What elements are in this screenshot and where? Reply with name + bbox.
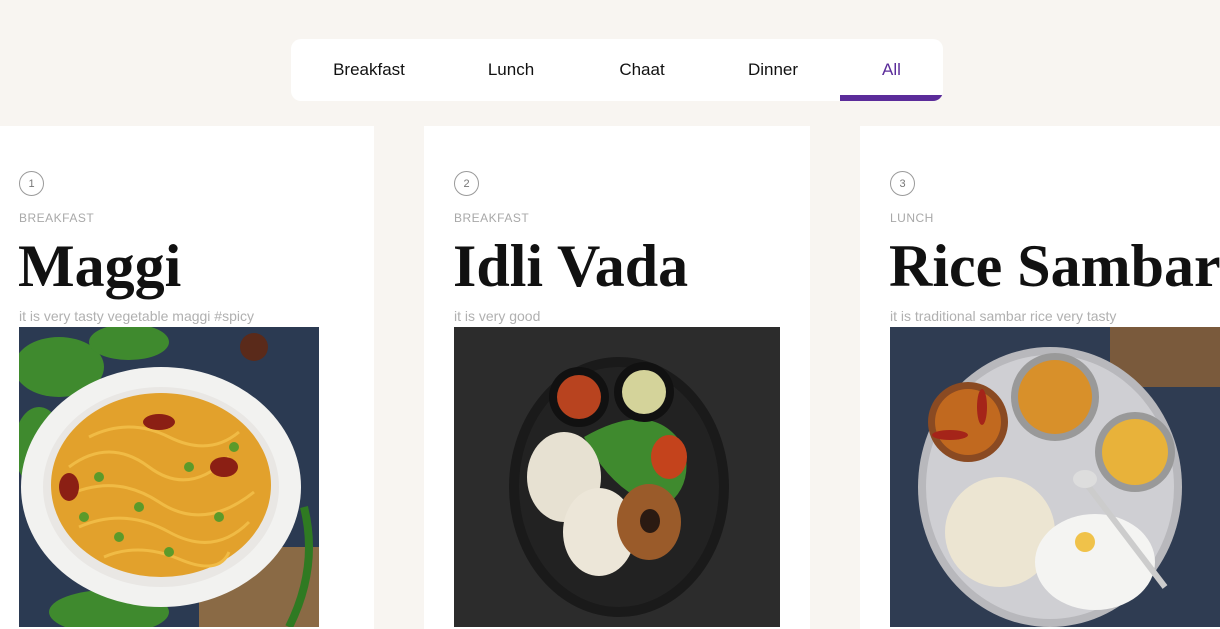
card-description: it is very good — [454, 308, 541, 324]
idli-vada-photo — [454, 327, 780, 627]
card-category: BREAKFAST — [454, 211, 530, 225]
tab-all[interactable]: All — [840, 39, 943, 101]
card-category: LUNCH — [890, 211, 934, 225]
card-number-badge: 3 — [890, 171, 915, 196]
card-number-badge: 2 — [454, 171, 479, 196]
card-title: Idli Vada — [453, 233, 689, 299]
card-title: Maggi — [18, 233, 182, 299]
tab-lunch[interactable]: Lunch — [452, 39, 570, 101]
tab-breakfast[interactable]: Breakfast — [310, 39, 428, 101]
category-tabs: Breakfast Lunch Chaat Dinner All — [291, 39, 943, 101]
card-description: it is traditional sambar rice very tasty — [890, 308, 1117, 324]
card-category: BREAKFAST — [19, 211, 95, 225]
menu-card[interactable]: 1 BREAKFAST Maggi it is very tasty veget… — [0, 126, 374, 629]
card-description: it is very tasty vegetable maggi #spicy — [19, 308, 254, 324]
card-title: Rice Sambar — [889, 233, 1220, 299]
menu-card[interactable]: 3 LUNCH Rice Sambar it is traditional sa… — [860, 126, 1220, 629]
maggi-noodles-photo — [19, 327, 319, 627]
tab-chaat[interactable]: Chaat — [583, 39, 701, 101]
menu-card[interactable]: 2 BREAKFAST Idli Vada it is very good — [424, 126, 810, 629]
card-number-badge: 1 — [19, 171, 44, 196]
tab-dinner[interactable]: Dinner — [714, 39, 832, 101]
rice-sambar-thali-photo — [890, 327, 1220, 627]
active-tab-indicator — [840, 95, 943, 101]
